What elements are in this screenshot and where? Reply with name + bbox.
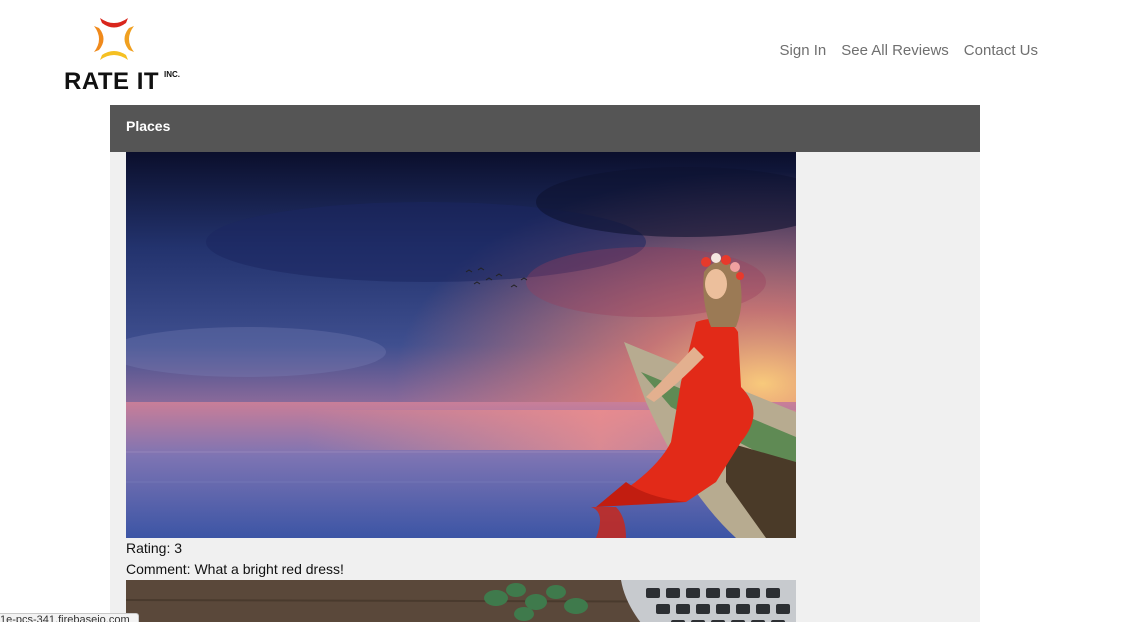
review-comment: Comment: What a bright red dress!: [126, 559, 796, 580]
review-photo: [126, 152, 796, 538]
panel-title: Places: [110, 105, 980, 152]
nav-see-all-reviews-link[interactable]: See All Reviews: [841, 42, 949, 60]
rating-label: Rating:: [126, 540, 171, 556]
logo-icon: [94, 18, 134, 60]
places-panel: Places Rating: 3 Comment: What a bright …: [110, 105, 980, 622]
browser-status-bar: 1e-pcs-341.firebaseio.com: [0, 613, 139, 622]
site-logo[interactable]: RATE IT INC.: [64, 14, 194, 96]
main-nav: Sign In See All Reviews Contact Us: [780, 42, 1038, 60]
logo-suffix: INC.: [164, 70, 180, 79]
nav-sign-in-link[interactable]: Sign In: [780, 42, 827, 60]
review-card: Rating: 3 Comment: What a bright red dre…: [126, 152, 796, 580]
review-photo: [126, 580, 796, 622]
page: RATE IT INC. Sign In See All Reviews Con…: [0, 0, 1131, 622]
logo-text: RATE IT: [64, 68, 160, 95]
nav-contact-us-link[interactable]: Contact Us: [964, 42, 1038, 60]
review-rating: Rating: 3: [126, 538, 796, 559]
comment-value: What a bright red dress!: [194, 561, 344, 577]
rating-value: 3: [174, 540, 183, 556]
comment-label: Comment:: [126, 561, 191, 577]
review-card: [126, 580, 796, 622]
